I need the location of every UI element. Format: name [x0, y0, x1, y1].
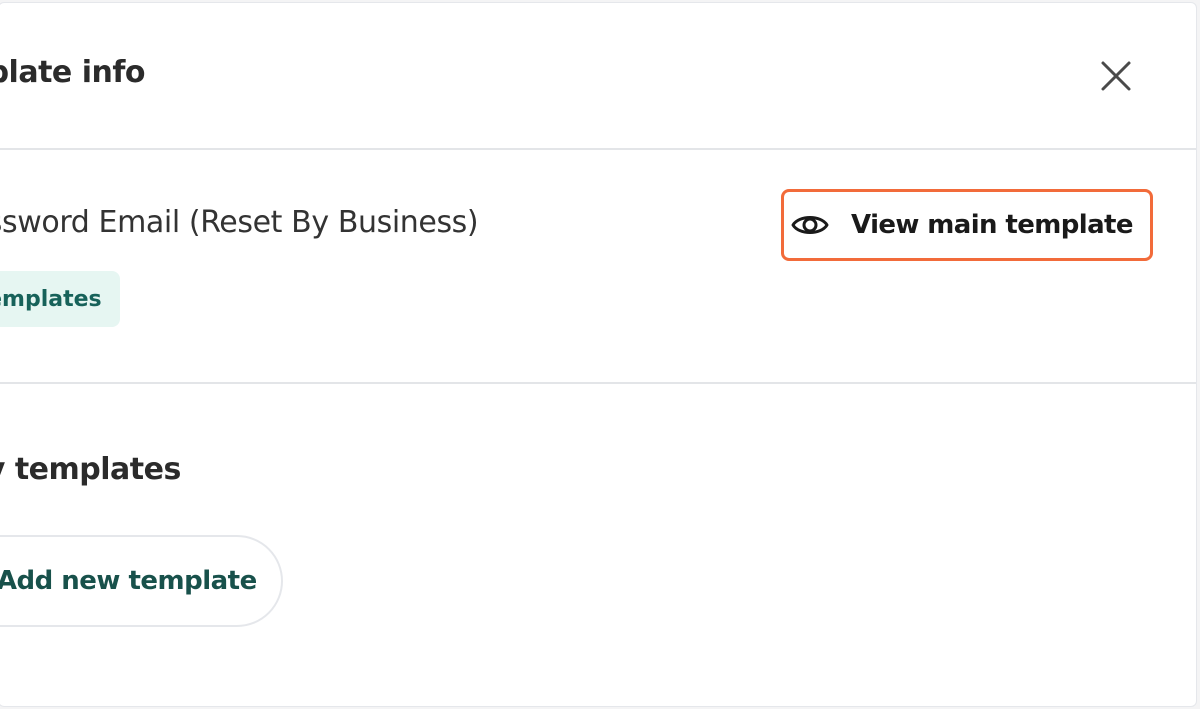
eye-icon: [789, 204, 831, 246]
add-new-template-button[interactable]: + Add new template: [0, 535, 283, 627]
auxiliary-templates-heading: Auxiliary templates: [0, 452, 181, 487]
add-new-template-label: + Add new template: [0, 566, 257, 596]
template-type-badge: Main templates: [0, 271, 120, 327]
template-info-panel: Template info Prod: Change Password Emai…: [0, 2, 1197, 707]
close-button[interactable]: [1099, 59, 1133, 93]
auxiliary-templates-section: Auxiliary templates + Add new template: [0, 384, 1196, 706]
panel-title: Template info: [0, 55, 146, 90]
view-main-template-label: View main template: [851, 210, 1133, 240]
panel-header: Template info: [0, 3, 1196, 150]
template-name: Prod: Change Password Email (Reset By Bu…: [0, 205, 479, 240]
view-main-template-button[interactable]: View main template: [781, 189, 1153, 261]
close-icon: [1099, 59, 1133, 93]
template-info-section: Prod: Change Password Email (Reset By Bu…: [0, 150, 1196, 384]
